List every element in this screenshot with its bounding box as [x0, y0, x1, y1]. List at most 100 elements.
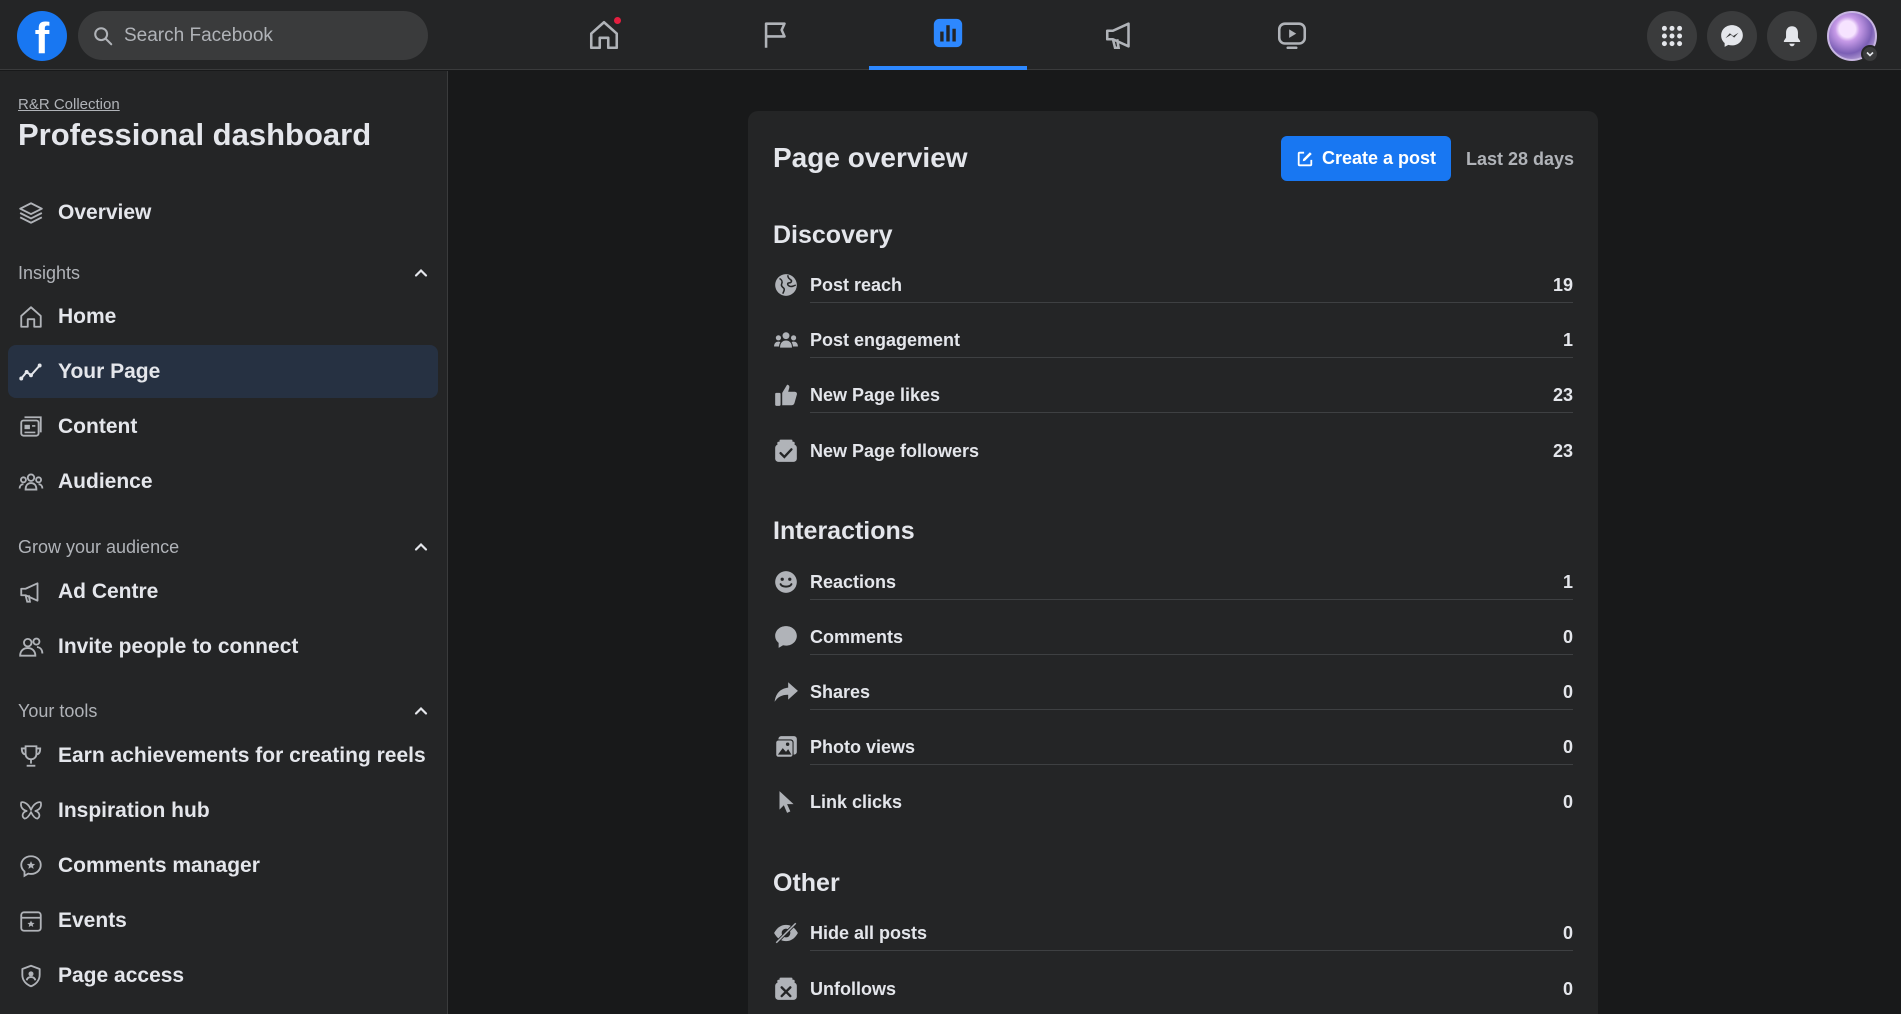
comment-star-icon: [20, 854, 42, 877]
sidebar-item-comments-manager[interactable]: Comments manager: [8, 839, 438, 892]
sidebar-item-audience[interactable]: Audience: [8, 455, 438, 508]
row-divider: [810, 764, 1573, 765]
sidebar-item-label: Overview: [58, 200, 152, 224]
edit-icon: [1297, 151, 1313, 166]
metric-value: 0: [1562, 682, 1573, 702]
sidebar-item-your-page[interactable]: Your Page: [8, 345, 438, 398]
nav-tab-home[interactable]: [525, 0, 683, 70]
account-menu-chevron[interactable]: [1861, 45, 1879, 63]
people-icon: [19, 637, 44, 657]
metric-value: 0: [1562, 923, 1573, 943]
trend-line-icon: [19, 363, 42, 380]
metric-row[interactable]: Post engagement 1: [773, 324, 1573, 358]
menu-grid-icon: [1661, 25, 1683, 47]
metric-row[interactable]: New Page followers 23: [773, 435, 1573, 467]
page-overview-card: Page overview Create a post Last 28 days…: [748, 111, 1598, 1014]
thumbs-up-icon: [775, 384, 797, 406]
metric-row[interactable]: Comments 0: [773, 621, 1573, 655]
section-title-other: Other: [773, 869, 840, 897]
row-divider: [810, 302, 1573, 303]
sidebar-item-content[interactable]: Content: [8, 400, 438, 453]
row-divider: [810, 357, 1573, 358]
sidebar-item-home[interactable]: Home: [8, 290, 438, 343]
follow-check-icon: [775, 439, 797, 462]
megaphone-icon: [20, 581, 39, 603]
section-your-tools[interactable]: Your tools: [18, 696, 430, 726]
smiley-icon: [775, 571, 797, 593]
sidebar-item-page-access[interactable]: Page access: [8, 949, 438, 1002]
content-icon: [20, 415, 42, 437]
photo-icon: [775, 736, 797, 758]
unfollow-icon: [775, 977, 797, 1000]
section-label: Grow your audience: [18, 536, 180, 557]
bell-icon: [1783, 26, 1801, 47]
section-grow-your-audience[interactable]: Grow your audience: [18, 532, 430, 562]
sidebar: R&R Collection Professional dashboard Ov…: [0, 71, 448, 1014]
nav-tab-insights[interactable]: [869, 0, 1027, 70]
notification-dot: [612, 15, 623, 26]
sidebar-item-label: Earn achievements for creating reels: [58, 743, 426, 767]
date-range-label[interactable]: Last 28 days: [1466, 149, 1574, 170]
sidebar-item-label: Audience: [58, 469, 153, 493]
sidebar-item-label: Your Page: [58, 359, 161, 383]
metric-value: 1: [1562, 330, 1573, 350]
metric-label: Photo views: [810, 737, 916, 757]
sidebar-item-overview[interactable]: Overview: [8, 186, 438, 239]
comment-icon: [775, 626, 797, 648]
sidebar-item-inspiration-hub[interactable]: Inspiration hub: [8, 784, 438, 837]
create-post-label: Create a post: [1321, 148, 1437, 168]
sidebar-item-ad-centre[interactable]: Ad Centre: [8, 565, 438, 618]
section-title-interactions: Interactions: [773, 517, 915, 545]
metric-label: Post engagement: [810, 330, 961, 350]
notifications-button[interactable]: [1767, 11, 1817, 61]
sidebar-item-invite-people[interactable]: Invite people to connect: [8, 620, 438, 673]
cursor-icon: [779, 791, 794, 813]
nav-tab-ads[interactable]: [1041, 0, 1199, 70]
chevron-up-icon: [414, 542, 428, 551]
nav-tab-video[interactable]: [1213, 0, 1371, 70]
group-icon: [774, 332, 798, 348]
facebook-logo[interactable]: f: [17, 11, 67, 61]
butterfly-icon: [20, 800, 42, 819]
metric-value: 19: [1552, 275, 1573, 295]
nav-tab-pages[interactable]: [697, 0, 855, 70]
search-input[interactable]: [124, 24, 404, 47]
create-post-button[interactable]: Create a post: [1281, 136, 1451, 181]
sidebar-item-events[interactable]: Events: [8, 894, 438, 947]
megaphone-icon: [1105, 22, 1130, 50]
metric-row[interactable]: Hide all posts 0: [773, 917, 1573, 951]
metric-row[interactable]: Link clicks 0: [773, 786, 1573, 818]
top-navigation-bar: f: [0, 0, 1901, 70]
menu-button[interactable]: [1647, 11, 1697, 61]
metric-row[interactable]: New Page likes 23: [773, 379, 1573, 413]
page-name-link[interactable]: R&R Collection: [18, 96, 120, 113]
layers-icon: [19, 201, 43, 224]
eye-slash-icon: [774, 922, 798, 944]
section-title-discovery: Discovery: [773, 221, 893, 249]
sidebar-item-label: Inspiration hub: [58, 798, 210, 822]
row-divider: [810, 709, 1573, 710]
chevron-up-icon: [414, 268, 428, 277]
row-divider: [810, 654, 1573, 655]
messenger-button[interactable]: [1707, 11, 1757, 61]
search-icon: [94, 26, 113, 45]
metric-row[interactable]: Post reach 19: [773, 269, 1573, 303]
messenger-icon: [1721, 25, 1743, 47]
metric-row[interactable]: Unfollows 0: [773, 973, 1573, 1005]
row-divider: [810, 599, 1573, 600]
sidebar-item-label: Invite people to connect: [58, 634, 299, 658]
metric-row[interactable]: Reactions 1: [773, 566, 1573, 600]
home-icon: [20, 305, 42, 328]
shield-icon: [21, 964, 41, 987]
metric-row[interactable]: Shares 0: [773, 676, 1573, 710]
metric-value: 1: [1562, 572, 1573, 592]
share-arrow-icon: [774, 682, 798, 702]
metric-value: 23: [1552, 441, 1573, 461]
metric-value: 0: [1562, 792, 1573, 812]
section-insights[interactable]: Insights: [18, 258, 430, 288]
metric-row[interactable]: Photo views 0: [773, 731, 1573, 765]
metric-label: New Page followers: [810, 441, 980, 461]
metric-label: New Page likes: [810, 385, 941, 405]
search-box[interactable]: [78, 11, 428, 60]
sidebar-item-earn-achievements[interactable]: Earn achievements for creating reels: [8, 729, 438, 782]
